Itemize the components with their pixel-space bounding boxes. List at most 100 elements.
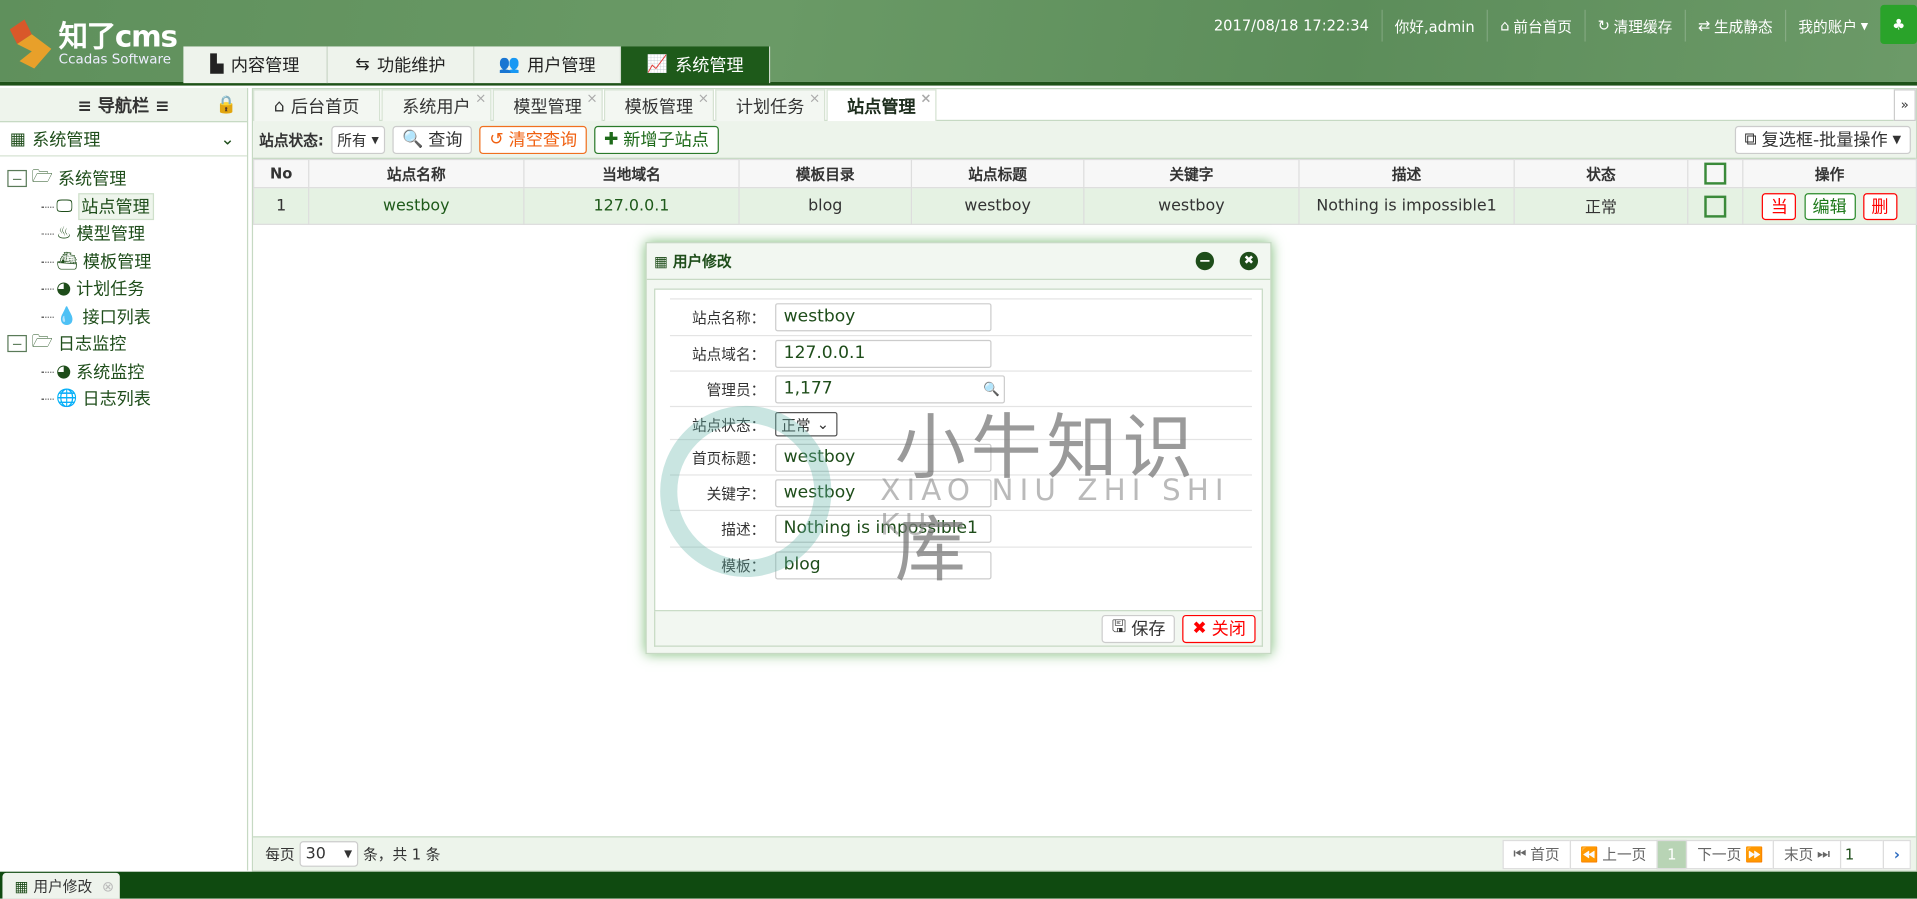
home-title-input[interactable]: westboy <box>775 443 992 472</box>
site-name-input[interactable]: westboy <box>775 302 992 331</box>
collapse-icon[interactable]: − <box>7 335 27 353</box>
cell-desc: Nothing is impossible1 <box>1298 187 1515 225</box>
batch-operation-button[interactable]: ⧉ 复选框-批量操作 ▾ <box>1734 125 1911 154</box>
current-button[interactable]: 当 <box>1762 192 1797 220</box>
per-page-select[interactable]: 30 ▾ <box>299 841 359 867</box>
close-icon[interactable]: ✖ <box>1239 251 1259 271</box>
search-icon[interactable]: 🔍 <box>983 381 1000 397</box>
keywords-input[interactable]: westboy <box>775 478 992 507</box>
datetime: 2017/08/18 17:22:34 <box>1202 9 1383 42</box>
save-button[interactable]: 🖫 保存 <box>1101 614 1176 643</box>
close-icon[interactable]: × <box>809 90 820 106</box>
clear-search-button[interactable]: ↺ 清空查询 <box>479 125 587 154</box>
minimize-icon[interactable]: − <box>1195 251 1215 271</box>
template-input[interactable]: blog <box>775 550 992 579</box>
site-domain-input[interactable]: 127.0.0.1 <box>775 339 992 368</box>
tab-home[interactable]: ⌂ 后台首页 <box>253 89 381 122</box>
tree-item-task[interactable]: ◕ 计划任务 <box>0 275 247 303</box>
top-tab-system[interactable]: 📈 系统管理 <box>621 46 771 84</box>
prev-page-button[interactable]: ⏪ 上一页 <box>1569 839 1658 869</box>
field-site-domain: 站点域名： 127.0.0.1 <box>669 334 1252 370</box>
col-template: 模板目录 <box>738 158 913 189</box>
nav-header: ≡ 导航栏 ≡ 🔒 <box>0 88 247 123</box>
top-tab-users[interactable]: 👥 用户管理 <box>474 46 622 84</box>
search-button[interactable]: 🔍 查询 <box>392 125 473 154</box>
tab-system-users[interactable]: 系统用户 × <box>381 89 492 122</box>
dashboard-icon: ◕ <box>56 279 72 299</box>
go-icon[interactable]: › <box>1882 839 1911 869</box>
close-icon[interactable]: × <box>475 90 486 106</box>
clear-cache-link[interactable]: ↻ 清理缓存 <box>1585 9 1686 42</box>
tree-item-logs[interactable]: 🌐 日志列表 <box>0 385 247 413</box>
tab-templates[interactable]: 模板管理 × <box>603 89 714 122</box>
field-home-title: 首页标题： westboy <box>669 438 1252 474</box>
tab-sites[interactable]: 站点管理 × <box>826 89 937 122</box>
close-icon[interactable]: × <box>586 90 597 106</box>
tab-models[interactable]: 模型管理 × <box>492 89 603 122</box>
collapse-icon[interactable]: − <box>7 170 27 188</box>
site-status-select[interactable]: 正常 ⌄ <box>775 412 838 437</box>
close-button[interactable]: ✖ 关闭 <box>1182 614 1256 643</box>
status-filter-select[interactable]: 所有 ▾ <box>331 125 385 154</box>
admin-input[interactable]: 1,177 🔍 <box>775 374 1005 403</box>
current-page[interactable]: 1 <box>1656 839 1688 869</box>
delete-button[interactable]: 删 <box>1862 192 1898 220</box>
table-row[interactable]: 1 westboy 127.0.0.1 blog westboy westboy… <box>253 187 1917 225</box>
tree-folder-system[interactable]: − 🗁 系统管理 <box>0 165 247 193</box>
add-site-button[interactable]: ✚ 新增子站点 <box>594 125 719 154</box>
total-count: 条，共 1 条 <box>363 846 441 864</box>
tint-icon: 💧 <box>56 306 78 327</box>
first-page-button[interactable]: ⏮ 首页 <box>1502 839 1571 869</box>
tree-item-template[interactable]: ⛴ 模板管理 <box>0 248 247 276</box>
copy-icon: ⧉ <box>1744 129 1757 150</box>
top-tab-maintenance[interactable]: ⇆ 功能维护 <box>327 46 475 84</box>
folder-open-icon: 🗁 <box>31 332 54 353</box>
users-icon: 👥 <box>498 55 520 75</box>
gen-static-link[interactable]: ⇄ 生成静态 <box>1686 9 1787 42</box>
tree-folder-log[interactable]: − 🗁 日志监控 <box>0 330 247 358</box>
retweet-icon: ⇆ <box>355 55 370 75</box>
cell-keywords: westboy <box>1083 187 1300 225</box>
sites-table: No 站点名称 当地域名 模板目录 站点标题 关键字 描述 状态 操作 1 we… <box>253 158 1917 225</box>
top-tab-content[interactable]: ▙ 内容管理 <box>183 46 328 84</box>
select-all-checkbox[interactable] <box>1704 162 1727 185</box>
dialog-form: 站点名称： westboy 站点域名： 127.0.0.1 管理员： 1,177 🔍 站… <box>654 288 1263 612</box>
backward-icon: ⏪ <box>1580 845 1599 863</box>
tree-item-site[interactable]: 🖵 站点管理 <box>0 192 247 221</box>
next-page-button[interactable]: 下一页 ⏩ <box>1686 839 1775 869</box>
col-no: No <box>253 158 310 189</box>
cell-domain: 127.0.0.1 <box>523 187 740 225</box>
close-icon[interactable]: × <box>698 90 709 106</box>
refresh-icon: ↻ <box>1597 17 1610 35</box>
row-checkbox[interactable] <box>1704 195 1727 218</box>
ship-icon: ⛴ <box>56 251 78 272</box>
close-icon[interactable]: ⊗ <box>102 877 114 894</box>
col-domain: 当地域名 <box>523 158 740 189</box>
module-select[interactable]: ▦ 系统管理 ⌄ <box>0 122 247 157</box>
save-icon: 🖫 <box>1111 617 1127 637</box>
tab-tasks[interactable]: 计划任务 × <box>715 89 826 122</box>
close-icon[interactable]: × <box>920 90 931 106</box>
per-page-label: 每页 <box>265 846 295 864</box>
tabs-menu-icon[interactable]: » <box>1893 89 1916 122</box>
front-home-link[interactable]: ⌂ 前台首页 <box>1488 9 1586 42</box>
lock-icon[interactable]: 🔒 <box>216 95 237 115</box>
caret-down-icon: ▾ <box>1860 17 1869 35</box>
dialog-footer: 🖫 保存 ✖ 关闭 <box>654 611 1263 647</box>
tree-icon[interactable]: ♣ <box>1880 4 1917 45</box>
pagination-bar: 每页 30 ▾ 条，共 1 条 ⏮ 首页 ⏪ 上一页 1 下一页 ⏩ 末页 ⏭ 1 › <box>253 836 1916 871</box>
tree-item-model[interactable]: ♨ 模型管理 <box>0 220 247 248</box>
taskbar-item-user-edit[interactable]: ▦ 用户修改 ⊗ <box>2 872 120 899</box>
cell-status: 正常 <box>1513 187 1689 225</box>
tree-item-api[interactable]: 💧 接口列表 <box>0 303 247 331</box>
edit-button[interactable]: 编辑 <box>1803 192 1856 220</box>
undo-icon: ↺ <box>489 129 504 150</box>
nav-tree: − 🗁 系统管理 🖵 站点管理 ♨ 模型管理 ⛴ 模板管理 ◕ 计划任务 💧 接口列表 − 🗁 日… <box>0 156 247 412</box>
description-input[interactable]: Nothing is impossible1 <box>775 514 992 543</box>
tree-item-monitor[interactable]: ◕ 系统监控 <box>0 358 247 386</box>
jump-page-input[interactable]: 1 <box>1840 839 1885 869</box>
last-page-button[interactable]: 末页 ⏭ <box>1773 839 1842 869</box>
my-account-menu[interactable]: 我的账户 ▾ <box>1786 10 1880 42</box>
dashboard-icon: ◕ <box>56 361 72 382</box>
field-admin: 管理员： 1,177 🔍 <box>669 370 1252 405</box>
